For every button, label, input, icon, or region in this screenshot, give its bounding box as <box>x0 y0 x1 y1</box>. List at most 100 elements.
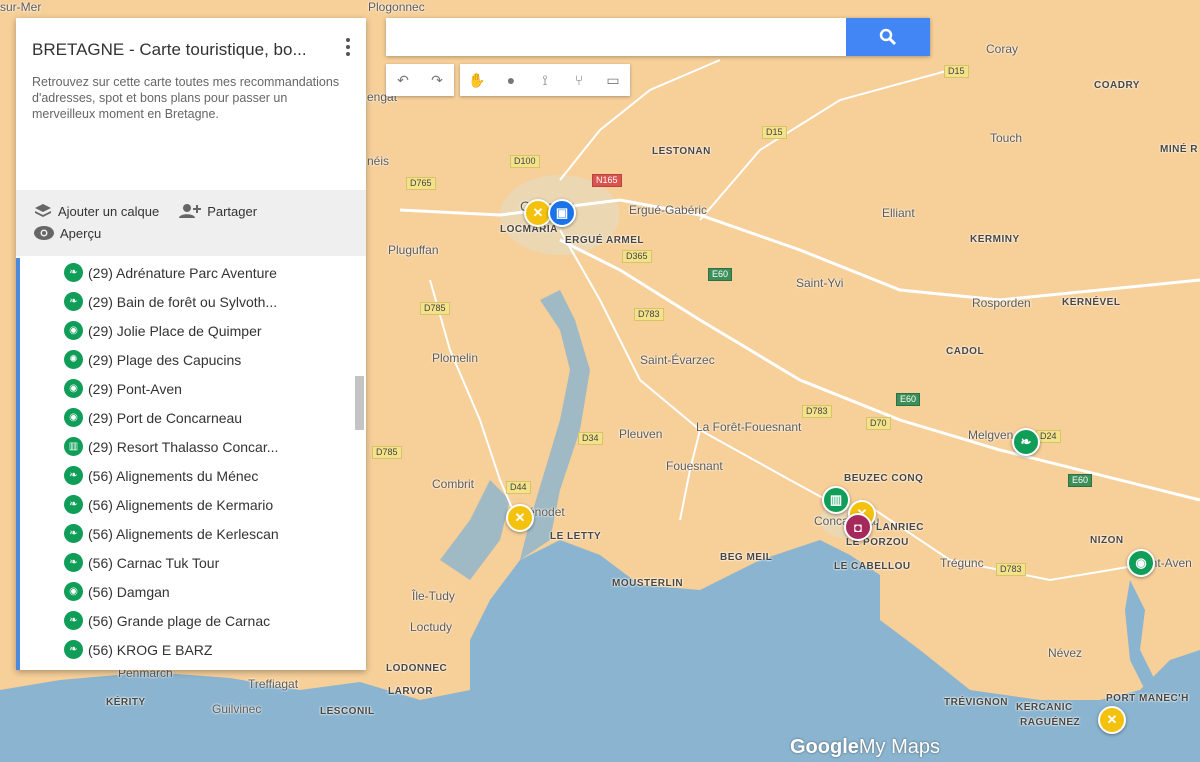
leaf-icon: ❧ <box>64 611 83 630</box>
list-item[interactable]: ▥ (29) Resort Thalasso Concar... <box>20 432 366 461</box>
camera-icon: ◉ <box>1135 555 1147 570</box>
ruler-icon: ▭ <box>606 71 620 88</box>
list-item[interactable]: ◉ (29) Jolie Place de Quimper <box>20 316 366 345</box>
road-shield: D70 <box>866 417 891 430</box>
map-label: Coray <box>986 42 1019 56</box>
add-layer-button[interactable]: Ajouter un calque <box>34 203 159 219</box>
eye-icon <box>34 226 54 240</box>
list-item[interactable]: ❧ (56) Alignements de Kermario <box>20 490 366 519</box>
map-label: MINÉ R <box>1160 144 1198 155</box>
share-button[interactable]: Partager <box>179 203 257 219</box>
list-item[interactable]: ❧ (56) KROG E BARZ <box>20 635 366 664</box>
shopping-marker[interactable]: ◘ <box>844 513 872 541</box>
fork-knife-icon: ✕ <box>514 510 526 525</box>
tools-group: ✋ ● ⟟ ⑂ ▭ <box>460 64 630 96</box>
search-button[interactable] <box>846 18 930 56</box>
camera-icon: ◉ <box>64 408 83 427</box>
pan-tool-button[interactable]: ✋ <box>460 64 494 96</box>
map-toolbar: ↶ ↷ ✋ ● ⟟ ⑂ ▭ <box>386 64 630 96</box>
map-label: BEG MEIL <box>720 552 773 563</box>
map-title[interactable]: BRETAGNE - Carte touristique, bo... <box>32 40 350 60</box>
hotel-marker[interactable]: ▥ <box>822 486 850 514</box>
map-label: PORT MANEC'H <box>1106 693 1189 704</box>
map-label: BEUZEC CONQ <box>844 473 924 484</box>
list-item[interactable]: ❧ (56) Grande plage de Carnac <box>20 606 366 635</box>
road-shield: E60 <box>896 393 921 406</box>
list-item-label: (56) Alignements de Kerlescan <box>88 525 279 542</box>
road-shield: D34 <box>578 432 603 445</box>
list-item[interactable]: ❧ (56) Alignements du Ménec <box>20 461 366 490</box>
list-item-label: (56) KROG E BARZ <box>88 641 213 658</box>
leaf-icon: ❧ <box>1020 434 1032 449</box>
list-item-label: (29) Jolie Place de Quimper <box>88 322 262 339</box>
road-shield: D783 <box>996 563 1026 576</box>
redo-icon: ↷ <box>431 71 443 88</box>
road-shield: D765 <box>406 177 436 190</box>
map-label: Plomelin <box>432 351 479 365</box>
leaf-icon: ❧ <box>64 466 83 485</box>
leaf-icon: ❧ <box>64 495 83 514</box>
google-my-maps-logo: GoogleMy Maps <box>790 736 940 759</box>
map-label: KERNÉVEL <box>1062 297 1121 308</box>
map-label: Melgven <box>968 428 1014 442</box>
search-input[interactable] <box>386 18 856 54</box>
camera-icon: ◉ <box>64 582 83 601</box>
road-shield: D44 <box>506 481 531 494</box>
road-shield: D783 <box>802 405 832 418</box>
panel-scrollbar[interactable] <box>355 376 364 430</box>
road-shield: D785 <box>420 302 450 315</box>
restaurant-marker[interactable]: ✕ <box>1098 706 1126 734</box>
list-item[interactable]: ✺ (29) Plage des Capucins <box>20 345 366 374</box>
list-item-label: (56) Grande plage de Carnac <box>88 612 271 629</box>
line-icon: ⟟ <box>542 71 548 88</box>
list-item-label: (56) Carnac Tuk Tour <box>88 554 220 571</box>
bus-marker[interactable]: ▣ <box>548 199 576 227</box>
list-item[interactable]: ❧ (29) Bain de forêt ou Sylvoth... <box>20 287 366 316</box>
hotel-icon: ▥ <box>64 437 83 456</box>
camera-marker[interactable]: ◉ <box>1127 549 1155 577</box>
map-label: LE LETTY <box>550 531 602 542</box>
camera-icon: ◉ <box>64 321 83 340</box>
list-item[interactable]: ◉ (56) Damgan <box>20 577 366 606</box>
map-label: sur-Mer <box>0 0 42 14</box>
google-wordmark: Google <box>790 736 859 758</box>
places-list: ❧ (29) Adrénature Parc Aventure ❧ (29) Bain… <box>16 258 366 670</box>
list-item[interactable]: ❧ (56) Carnac Tuk Tour <box>20 548 366 577</box>
leaf-icon: ❧ <box>64 553 83 572</box>
measure-button[interactable]: ▭ <box>596 64 630 96</box>
more-options-icon[interactable] <box>346 38 352 56</box>
bus-icon: ▣ <box>555 205 569 220</box>
undo-icon: ↶ <box>397 71 409 88</box>
undo-button[interactable]: ↶ <box>386 64 420 96</box>
road-shield: D785 <box>372 446 402 459</box>
map-label: LESTONAN <box>652 146 711 157</box>
list-item[interactable]: ❧ (29) Adrénature Parc Aventure <box>20 258 366 287</box>
marker-icon: ● <box>506 72 516 88</box>
search-box <box>386 18 930 56</box>
draw-line-button[interactable]: ⟟ <box>528 64 562 96</box>
nature-marker[interactable]: ❧ <box>1012 428 1040 456</box>
list-item[interactable]: ◉ (29) Pont-Aven <box>20 374 366 403</box>
redo-button[interactable]: ↷ <box>420 64 454 96</box>
map-label: Île-Tudy <box>412 589 455 603</box>
preview-button[interactable]: Aperçu <box>34 226 101 241</box>
history-group: ↶ ↷ <box>386 64 454 96</box>
restaurant-marker[interactable]: ✕ <box>506 504 534 532</box>
list-item[interactable]: ❧ (56) Alignements de Kerlescan <box>20 519 366 548</box>
add-marker-button[interactable]: ● <box>494 64 528 96</box>
mymaps-wordmark: My Maps <box>858 736 941 758</box>
map-label: La Forêt-Fouesnant <box>696 420 802 434</box>
road-shield: E60 <box>1068 474 1093 487</box>
map-label: LANRIEC <box>876 522 924 533</box>
list-item-label: (56) Alignements du Ménec <box>88 467 259 484</box>
map-label: KÉRITY <box>106 697 146 708</box>
map-label: NIZON <box>1090 535 1124 546</box>
map-label: Trégunc <box>940 556 984 570</box>
road-shield: D15 <box>762 126 787 139</box>
list-item[interactable]: ◉ (29) Port de Concarneau <box>20 403 366 432</box>
list-item-label: (29) Port de Concarneau <box>88 409 243 426</box>
search-icon <box>879 28 897 46</box>
map-legend-panel: BRETAGNE - Carte touristique, bo... Retr… <box>16 18 366 670</box>
map-label: Rosporden <box>972 296 1031 310</box>
directions-button[interactable]: ⑂ <box>562 64 596 96</box>
